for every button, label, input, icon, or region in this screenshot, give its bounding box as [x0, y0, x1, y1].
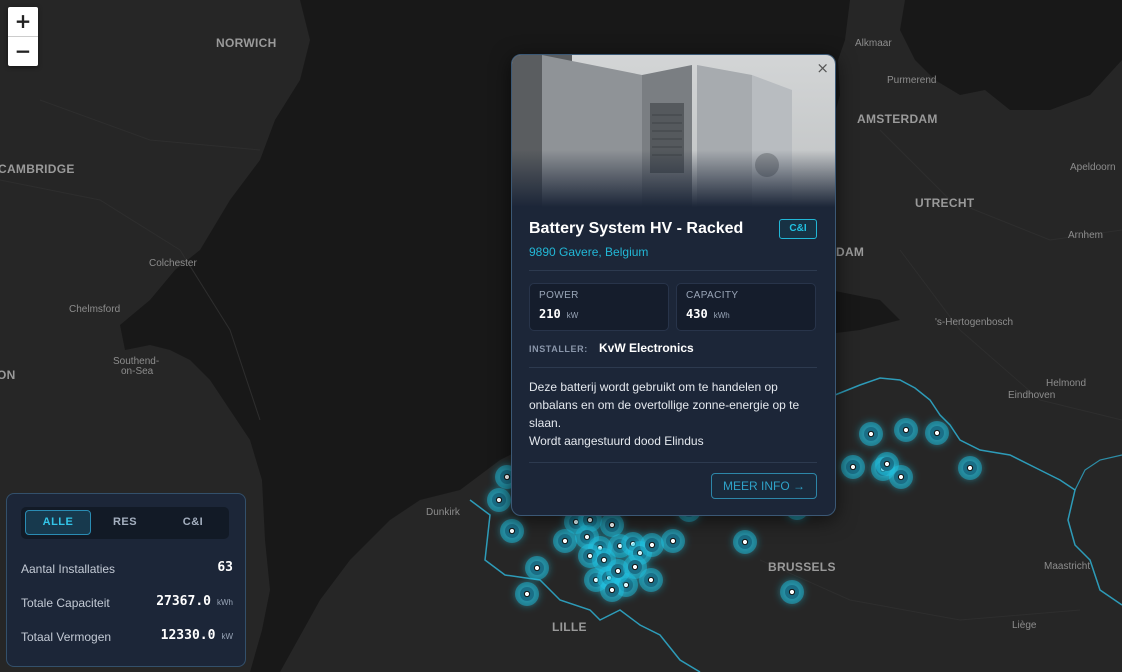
power-label: POWER	[539, 290, 579, 301]
label-eindhoven: Eindhoven	[1008, 390, 1055, 401]
installations-value: 63	[217, 560, 233, 575]
label-helmond: Helmond	[1046, 378, 1086, 389]
label-norwich: NORWICH	[216, 36, 277, 50]
label-london-fragment: ON	[0, 368, 16, 382]
installer-value: KvW Electronics	[599, 341, 694, 355]
zoom-out-button[interactable]: −	[8, 36, 38, 66]
installation-marker[interactable]	[859, 422, 883, 446]
label-apeldoorn: Apeldoorn	[1070, 162, 1116, 173]
installation-marker[interactable]	[623, 555, 647, 579]
power-value: 210 kW	[539, 307, 579, 321]
label-utrecht: UTRECHT	[915, 196, 975, 210]
popup-title: Battery System HV - Racked	[529, 220, 744, 237]
installation-marker[interactable]	[958, 456, 982, 480]
total-capacity-label: Totale Capaciteit	[21, 596, 110, 610]
label-arnhem: Arnhem	[1068, 230, 1103, 241]
description-line-2: Wordt aangestuurd dood Elindus	[529, 434, 704, 448]
capacity-stat: CAPACITY 430 kWh	[676, 283, 816, 331]
installation-marker[interactable]	[733, 530, 757, 554]
divider	[529, 367, 817, 368]
stats-panel: ALLE RES C&I Aantal Installaties 63 Tota…	[6, 493, 246, 667]
label-dunkirk: Dunkirk	[426, 507, 461, 518]
label-liege: Liège	[1012, 620, 1037, 631]
tab-alle[interactable]: ALLE	[25, 510, 91, 535]
capacity-value: 430 kWh	[686, 307, 730, 321]
description-line-1: Deze batterij wordt gebruikt om te hande…	[529, 380, 803, 430]
label-purmerend: Purmerend	[887, 75, 936, 86]
installation-marker[interactable]	[889, 465, 913, 489]
label-brussels: BRUSSELS	[768, 560, 836, 574]
zoom-in-button[interactable]: +	[8, 7, 38, 36]
zoom-control: + −	[8, 7, 38, 66]
total-capacity-value: 27367.0 kWh	[156, 594, 233, 609]
more-info-button[interactable]: MEER INFO →	[711, 473, 817, 499]
installation-marker[interactable]	[525, 556, 549, 580]
installations-row: Aantal Installaties 63	[21, 560, 233, 578]
label-cambridge: CAMBRIDGE	[0, 162, 75, 176]
close-icon[interactable]: ×	[816, 59, 829, 77]
installation-marker[interactable]	[500, 519, 524, 543]
label-rotterdam-fragment: DAM	[836, 245, 864, 259]
installation-marker[interactable]	[894, 418, 918, 442]
installation-marker[interactable]	[780, 580, 804, 604]
filter-tabs: ALLE RES C&I	[21, 507, 229, 539]
installer-label: INSTALLER:	[529, 344, 588, 354]
tab-res[interactable]: RES	[93, 510, 157, 535]
installation-marker[interactable]	[841, 455, 865, 479]
label-chelmsford: Chelmsford	[69, 304, 120, 315]
installation-marker[interactable]	[600, 513, 624, 537]
label-southend-2: on-Sea	[121, 366, 154, 377]
label-maastricht: Maastricht	[1044, 561, 1090, 572]
divider	[529, 462, 817, 463]
divider	[529, 270, 817, 271]
popup-description: Deze batterij wordt gebruikt om te hande…	[529, 378, 819, 450]
label-amsterdam: AMSTERDAM	[857, 112, 938, 126]
total-power-value: 12330.0 kW	[160, 628, 233, 643]
installation-marker[interactable]	[515, 582, 539, 606]
capacity-row: Totale Capaciteit 27367.0 kWh	[21, 594, 233, 612]
installation-marker[interactable]	[600, 578, 624, 602]
installation-photo	[512, 55, 835, 207]
installation-popup: × Battery System HV - Racked C&I 9890 Ga…	[511, 54, 836, 516]
label-alkmaar: Alkmaar	[855, 38, 892, 49]
installation-marker[interactable]	[661, 529, 685, 553]
total-power-label: Totaal Vermogen	[21, 630, 112, 644]
installation-marker[interactable]	[925, 421, 949, 445]
installations-label: Aantal Installaties	[21, 562, 116, 576]
popup-location: 9890 Gavere, Belgium	[529, 245, 649, 259]
installation-marker[interactable]	[487, 488, 511, 512]
capacity-label: CAPACITY	[686, 290, 739, 301]
label-shertogenbosch: 's-Hertogenbosch	[935, 317, 1013, 328]
label-colchester: Colchester	[149, 258, 197, 269]
installation-marker[interactable]	[640, 533, 664, 557]
segment-badge: C&I	[779, 219, 817, 239]
power-stat: POWER 210 kW	[529, 283, 669, 331]
power-row: Totaal Vermogen 12330.0 kW	[21, 628, 233, 646]
label-lille: LILLE	[552, 620, 587, 634]
tab-ci[interactable]: C&I	[161, 510, 225, 535]
